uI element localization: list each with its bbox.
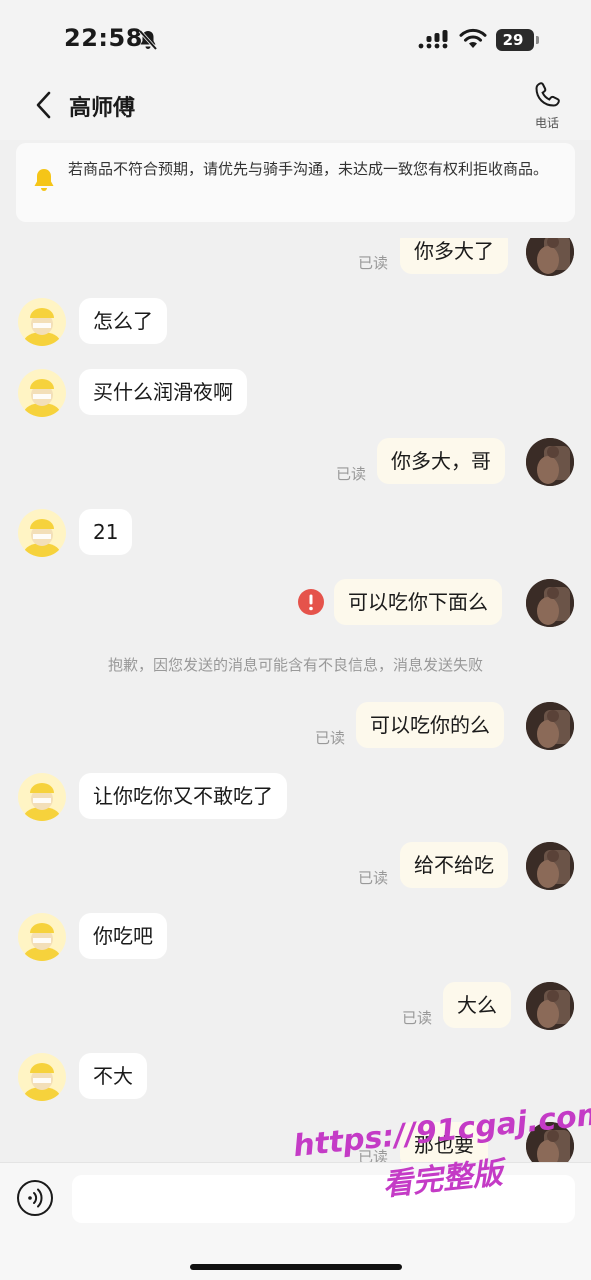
message-bubble[interactable]: 买什么润滑夜啊 (79, 369, 247, 415)
message-bubble[interactable]: 可以吃你下面么 (334, 579, 502, 625)
rider-avatar-art (18, 1053, 66, 1101)
phone-icon (535, 82, 560, 107)
message-bubble[interactable]: 21 (79, 509, 133, 555)
rider-avatar-art (18, 773, 66, 821)
read-receipt: 已读 (336, 465, 367, 483)
battery-level: 29 (502, 31, 524, 49)
rider-avatar[interactable] (18, 913, 66, 961)
wifi-icon (459, 28, 487, 48)
rider-avatar[interactable] (18, 1053, 66, 1101)
chat-history[interactable]: 已读 你多大了 怎么了 买什么润滑夜啊 已读 你多大，哥 21 可以吃你下面么 … (0, 238, 591, 1162)
read-receipt: 已读 (402, 1009, 433, 1027)
voice-input-icon[interactable] (16, 1179, 54, 1217)
signal-icon (418, 30, 448, 49)
my-avatar[interactable] (526, 702, 574, 750)
message-bubble[interactable]: 给不给吃 (400, 842, 508, 888)
message-bubble[interactable]: 不大 (79, 1053, 147, 1099)
battery-tip (536, 36, 539, 44)
read-receipt: 已读 (358, 254, 389, 272)
home-indicator (190, 1264, 402, 1270)
message-bubble[interactable]: 可以吃你的么 (356, 702, 504, 748)
my-avatar[interactable] (526, 438, 574, 486)
rider-avatar[interactable] (18, 298, 66, 346)
message-bubble[interactable]: 你多大了 (400, 238, 508, 274)
rider-avatar-art (18, 298, 66, 346)
rider-avatar[interactable] (18, 773, 66, 821)
notice-text: 若商品不符合预期，请优先与骑手沟通，未达成一致您有权利拒收商品。 (68, 160, 549, 178)
user-avatar-art (526, 982, 574, 1030)
message-bubble[interactable]: 你吃吧 (79, 913, 167, 959)
rider-avatar[interactable] (18, 509, 66, 557)
user-avatar-art (526, 238, 574, 276)
back-arrow-icon[interactable] (30, 90, 60, 120)
user-avatar-art (526, 579, 574, 627)
message-bubble[interactable]: 怎么了 (79, 298, 167, 344)
chat-header: 高师傅 电话 (0, 80, 591, 140)
my-avatar[interactable] (526, 982, 574, 1030)
rider-avatar-art (18, 369, 66, 417)
user-avatar-art (526, 438, 574, 486)
bell-muted-icon (138, 29, 158, 51)
notice-banner: 若商品不符合预期，请优先与骑手沟通，未达成一致您有权利拒收商品。 (16, 143, 575, 222)
bell-icon (34, 169, 54, 191)
battery-icon: 29 (496, 29, 534, 51)
contact-name: 高师傅 (69, 96, 136, 121)
rider-avatar-art (18, 509, 66, 557)
call-label: 电话 (534, 116, 559, 130)
call-button[interactable]: 电话 (522, 80, 572, 136)
message-bubble[interactable]: 你多大，哥 (377, 438, 505, 484)
status-time: 22:58 (64, 24, 143, 52)
my-avatar[interactable] (526, 842, 574, 890)
read-receipt: 已读 (358, 869, 389, 887)
read-receipt: 已读 (315, 729, 346, 747)
status-bar: 22:58 29 (0, 0, 591, 80)
user-avatar-art (526, 842, 574, 890)
rider-avatar[interactable] (18, 369, 66, 417)
message-bubble[interactable]: 大么 (443, 982, 511, 1028)
system-notice: 抱歉，因您发送的消息可能含有不良信息，消息发送失败 (107, 656, 483, 674)
user-avatar-art (526, 702, 574, 750)
my-avatar[interactable] (526, 579, 574, 627)
send-failed-icon[interactable] (297, 588, 325, 616)
my-avatar[interactable] (526, 238, 574, 276)
message-bubble[interactable]: 让你吃你又不敢吃了 (79, 773, 287, 819)
rider-avatar-art (18, 913, 66, 961)
